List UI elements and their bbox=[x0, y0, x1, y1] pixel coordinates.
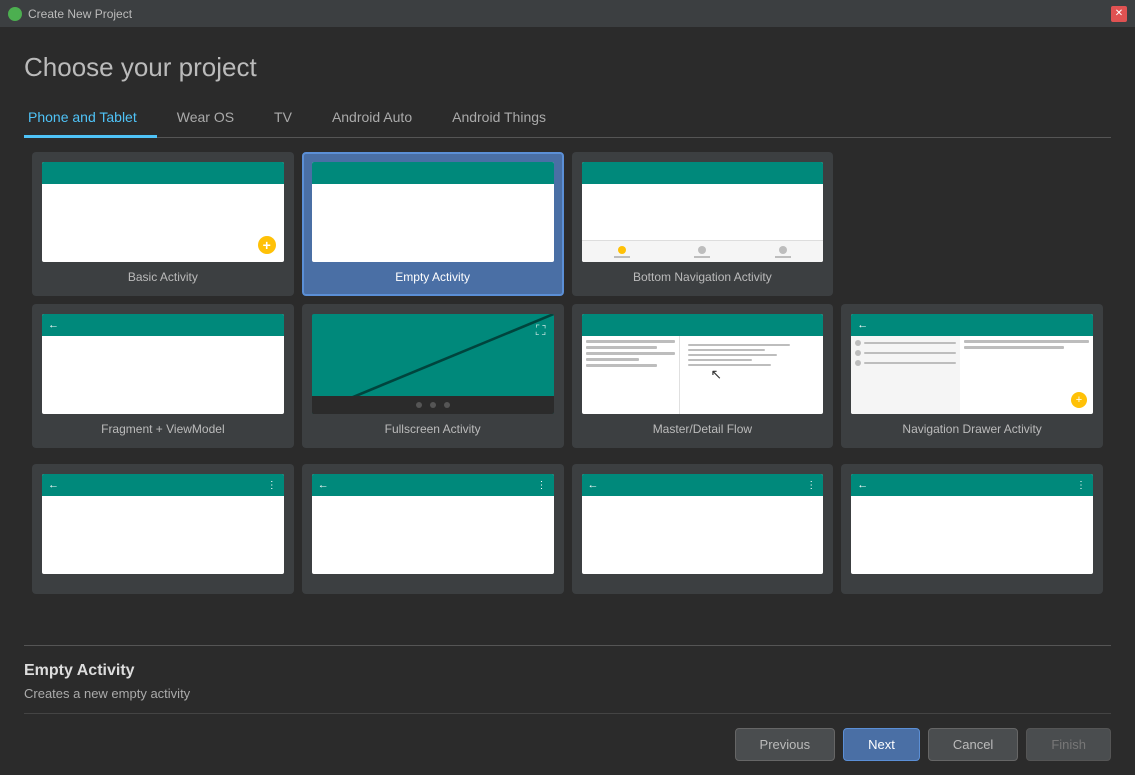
project-grid-area: + Basic Activity Empty Activity bbox=[24, 138, 1111, 641]
basic-fab: + bbox=[258, 236, 276, 254]
finish-button[interactable]: Finish bbox=[1026, 728, 1111, 761]
label-nav-drawer: Navigation Drawer Activity bbox=[902, 422, 1041, 436]
tab-wear-os[interactable]: Wear OS bbox=[157, 99, 254, 138]
detail-panel: ↖ bbox=[680, 336, 823, 414]
nav-dot-active bbox=[618, 246, 626, 254]
partial-toolbar-3: ← ⋮ bbox=[582, 474, 824, 496]
fragment-toolbar: ← bbox=[42, 314, 284, 336]
master-detail-toolbar bbox=[582, 314, 824, 336]
card-partial-1[interactable]: ← ⋮ bbox=[32, 464, 294, 594]
nav-drawer-fab: + bbox=[1071, 392, 1087, 408]
label-master-detail: Master/Detail Flow bbox=[653, 422, 752, 436]
card-partial-2[interactable]: ← ⋮ bbox=[302, 464, 564, 594]
hamburger-icon: ← bbox=[857, 319, 868, 331]
tab-bar: Phone and Tablet Wear OS TV Android Auto… bbox=[24, 99, 1111, 138]
card-bottom-nav[interactable]: Bottom Navigation Activity bbox=[572, 152, 834, 296]
partial-back-2: ← bbox=[318, 479, 329, 491]
master-detail-content: ↖ bbox=[582, 336, 824, 414]
title-bar-text: Create New Project bbox=[28, 7, 132, 21]
preview-nav-drawer: ← bbox=[851, 314, 1093, 414]
empty-slot-1 bbox=[841, 152, 1103, 296]
preview-master-detail: ↖ bbox=[582, 314, 824, 414]
partial-back-3: ← bbox=[588, 479, 599, 491]
tab-android-things[interactable]: Android Things bbox=[432, 99, 566, 138]
preview-empty-activity bbox=[312, 162, 554, 262]
content-area: + Basic Activity Empty Activity bbox=[24, 138, 1111, 641]
dialog: Choose your project Phone and Tablet Wea… bbox=[0, 28, 1135, 775]
partial-row: ← ⋮ ← ⋮ bbox=[28, 460, 1107, 598]
label-basic-activity: Basic Activity bbox=[128, 270, 198, 284]
drawer-panel bbox=[851, 336, 960, 414]
cursor-icon: ↖ bbox=[710, 366, 722, 383]
dialog-footer: Previous Next Cancel Finish bbox=[24, 713, 1111, 775]
nav-line-2 bbox=[694, 256, 710, 258]
partial-menu-4: ⋮ bbox=[1076, 480, 1087, 491]
selected-project-title: Empty Activity bbox=[24, 662, 1111, 680]
preview-partial-4: ← ⋮ bbox=[851, 474, 1093, 574]
label-empty-activity: Empty Activity bbox=[395, 270, 470, 284]
nav-item-1 bbox=[582, 246, 663, 258]
nav-dot-3 bbox=[779, 246, 787, 254]
nav-item-3 bbox=[743, 246, 824, 258]
card-empty-activity[interactable]: Empty Activity bbox=[302, 152, 564, 296]
nav-drawer-content bbox=[851, 336, 1093, 414]
empty-toolbar bbox=[312, 162, 554, 184]
preview-fragment: ← bbox=[42, 314, 284, 414]
toolbar-dot-1 bbox=[416, 402, 422, 408]
title-bar: Create New Project ✕ bbox=[0, 0, 1135, 28]
toolbar-dot-3 bbox=[444, 402, 450, 408]
android-studio-icon bbox=[8, 7, 22, 21]
fullscreen-bottom-toolbar bbox=[312, 396, 554, 414]
card-fragment-viewmodel[interactable]: ← Fragment + ViewModel bbox=[32, 304, 294, 448]
card-basic-activity[interactable]: + Basic Activity bbox=[32, 152, 294, 296]
partial-toolbar-2: ← ⋮ bbox=[312, 474, 554, 496]
preview-basic-activity: + bbox=[42, 162, 284, 262]
partial-menu-2: ⋮ bbox=[537, 480, 548, 491]
partial-back-1: ← bbox=[48, 479, 59, 491]
partial-menu-3: ⋮ bbox=[806, 480, 817, 491]
label-fullscreen: Fullscreen Activity bbox=[385, 422, 481, 436]
tab-android-auto[interactable]: Android Auto bbox=[312, 99, 432, 138]
card-nav-drawer[interactable]: ← bbox=[841, 304, 1103, 448]
nav-line-3 bbox=[775, 256, 791, 258]
bottom-nav-toolbar bbox=[582, 162, 824, 184]
master-list bbox=[582, 336, 681, 414]
label-bottom-nav: Bottom Navigation Activity bbox=[633, 270, 772, 284]
partial-menu-1: ⋮ bbox=[267, 480, 278, 491]
project-grid: + Basic Activity Empty Activity bbox=[28, 148, 1107, 452]
label-fragment-viewmodel: Fragment + ViewModel bbox=[101, 422, 225, 436]
nav-dot-2 bbox=[698, 246, 706, 254]
toolbar-dot-2 bbox=[430, 402, 436, 408]
info-panel: Empty Activity Creates a new empty activ… bbox=[24, 645, 1111, 713]
close-button[interactable]: ✕ bbox=[1111, 6, 1127, 22]
dialog-title: Choose your project bbox=[24, 52, 1111, 83]
title-bar-left: Create New Project bbox=[8, 7, 132, 21]
selected-project-description: Creates a new empty activity bbox=[24, 686, 1111, 701]
bottom-nav-bar bbox=[582, 240, 824, 262]
previous-button[interactable]: Previous bbox=[735, 728, 836, 761]
cancel-button[interactable]: Cancel bbox=[928, 728, 1018, 761]
preview-bottom-nav bbox=[582, 162, 824, 262]
nav-drawer-toolbar: ← bbox=[851, 314, 1093, 336]
nav-line-1 bbox=[614, 256, 630, 258]
partial-toolbar-4: ← ⋮ bbox=[851, 474, 1093, 496]
next-button[interactable]: Next bbox=[843, 728, 920, 761]
preview-fullscreen: ⛶ bbox=[312, 314, 554, 414]
detail-lines bbox=[684, 340, 819, 373]
card-partial-3[interactable]: ← ⋮ bbox=[572, 464, 834, 594]
back-arrow-icon: ← bbox=[48, 319, 59, 331]
partial-toolbar-1: ← ⋮ bbox=[42, 474, 284, 496]
nav-item-2 bbox=[662, 246, 743, 258]
basic-toolbar bbox=[42, 162, 284, 184]
tab-phone-tablet[interactable]: Phone and Tablet bbox=[24, 99, 157, 138]
preview-partial-3: ← ⋮ bbox=[582, 474, 824, 574]
card-partial-4[interactable]: ← ⋮ bbox=[841, 464, 1103, 594]
card-fullscreen[interactable]: ⛶ Fullscreen Activity bbox=[302, 304, 564, 448]
preview-partial-1: ← ⋮ bbox=[42, 474, 284, 574]
preview-partial-2: ← ⋮ bbox=[312, 474, 554, 574]
partial-back-4: ← bbox=[857, 479, 868, 491]
card-master-detail[interactable]: ↖ Master/Detail Flow bbox=[572, 304, 834, 448]
tab-tv[interactable]: TV bbox=[254, 99, 312, 138]
